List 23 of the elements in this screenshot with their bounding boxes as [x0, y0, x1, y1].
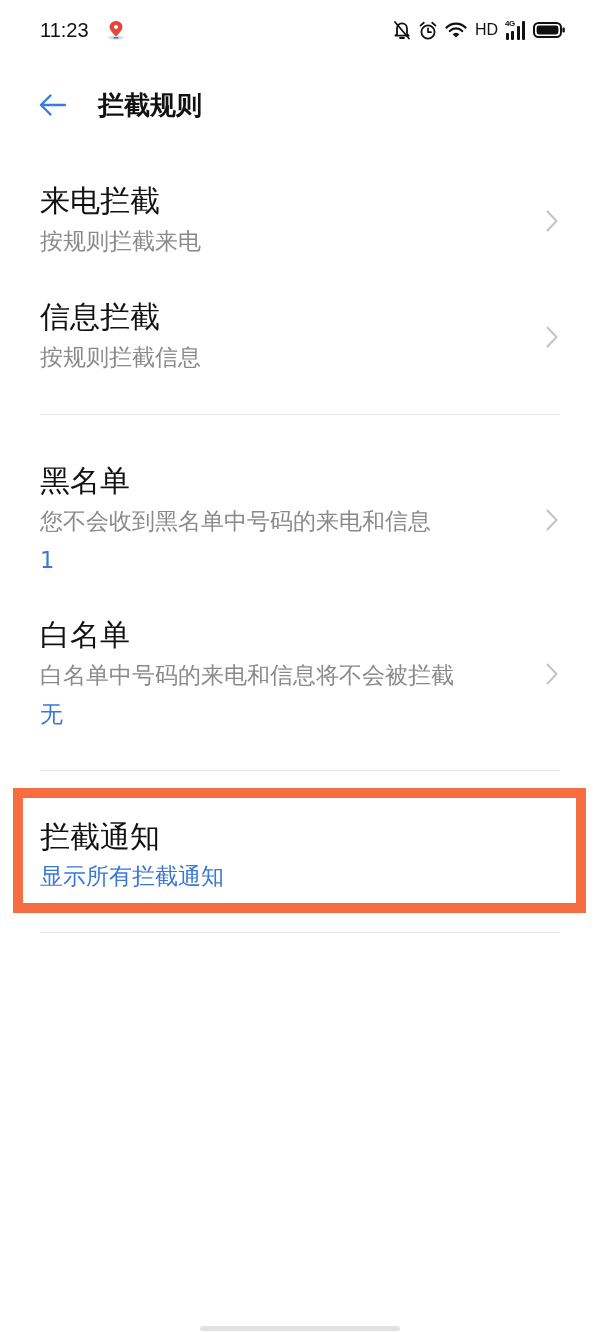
setting-title[interactable]: 拦截通知 — [40, 817, 560, 857]
signal-bars-icon — [506, 20, 525, 40]
setting-description: 您不会收到黑名单中号码的来电和信息 — [40, 507, 432, 536]
setting-value: 显示所有拦截通知 — [40, 862, 225, 891]
page-title: 拦截规则 — [98, 89, 202, 122]
hd-label: HD — [474, 21, 498, 39]
setting-description: 按规则拦截来电 — [40, 227, 202, 256]
back-arrow-icon[interactable] — [38, 94, 66, 116]
battery-icon — [533, 22, 565, 38]
setting-description: 白名单中号码的来电和信息将不会被拦截 — [40, 661, 455, 690]
setting-title[interactable]: 来电拦截 — [40, 181, 546, 221]
muted-bell-icon — [392, 20, 411, 40]
network-type-label: 4G — [505, 19, 515, 28]
status-time: 11:23 — [40, 18, 89, 42]
setting-value: 1 — [40, 546, 56, 575]
wifi-icon — [444, 22, 467, 38]
setting-title[interactable]: 白名单 — [40, 615, 546, 655]
location-pin-icon — [106, 20, 125, 40]
setting-value: 无 — [40, 700, 64, 729]
setting-title[interactable]: 黑名单 — [40, 461, 546, 501]
setting-description: 按规则拦截信息 — [40, 343, 202, 372]
alarm-clock-icon — [418, 20, 437, 40]
setting-title[interactable]: 信息拦截 — [40, 297, 546, 337]
